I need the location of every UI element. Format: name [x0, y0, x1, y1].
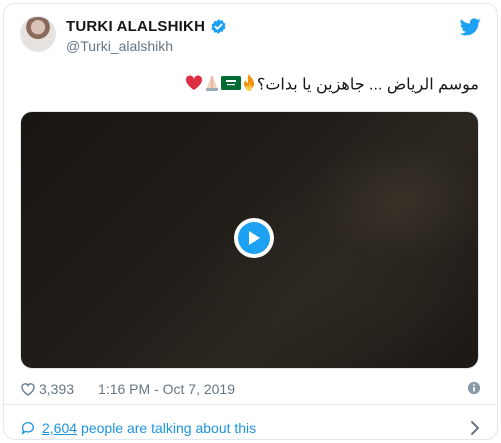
chevron-right-icon[interactable] [469, 420, 481, 436]
tweet-text: موسم الرياض ... جاهزين يا بدات؟ [185, 74, 479, 97]
tweet-body: موسم الرياض ... جاهزين يا بدات؟ [256, 76, 479, 94]
tweet-header: TURKI ALALSHIKH @Turki_alalshikh [20, 16, 483, 60]
avatar[interactable] [20, 16, 56, 52]
verified-badge-icon [211, 19, 226, 34]
author-name[interactable]: TURKI ALALSHIKH [66, 18, 205, 35]
play-button[interactable] [234, 218, 274, 258]
tweet-meta: 3,393 1:16 PM - Oct 7, 2019 [20, 379, 481, 399]
info-icon[interactable] [467, 381, 481, 395]
video-player[interactable] [20, 111, 479, 369]
talk-text[interactable]: people are talking about this [81, 420, 256, 436]
author-name-row: TURKI ALALSHIKH [66, 18, 227, 35]
like-count[interactable]: 3,393 [39, 381, 74, 397]
tweet-timestamp[interactable]: 1:16 PM - Oct 7, 2019 [98, 381, 235, 397]
fire-icon [241, 74, 257, 97]
praying-hands-icon [203, 74, 221, 97]
red-heart-icon [185, 75, 203, 96]
conversation-link[interactable]: 2,604 people are talking about this [20, 418, 481, 438]
twitter-bird-icon[interactable] [460, 18, 481, 36]
author-handle[interactable]: @Turki_alalshikh [66, 38, 173, 54]
like-heart-icon[interactable] [20, 381, 36, 397]
tweet-card[interactable]: TURKI ALALSHIKH @Turki_alalshikh موسم ال… [3, 3, 498, 440]
talk-count[interactable]: 2,604 [42, 420, 77, 436]
comment-bubble-icon [21, 422, 34, 435]
divider [4, 404, 497, 405]
saudi-flag-icon [220, 76, 241, 95]
play-icon [238, 222, 270, 254]
